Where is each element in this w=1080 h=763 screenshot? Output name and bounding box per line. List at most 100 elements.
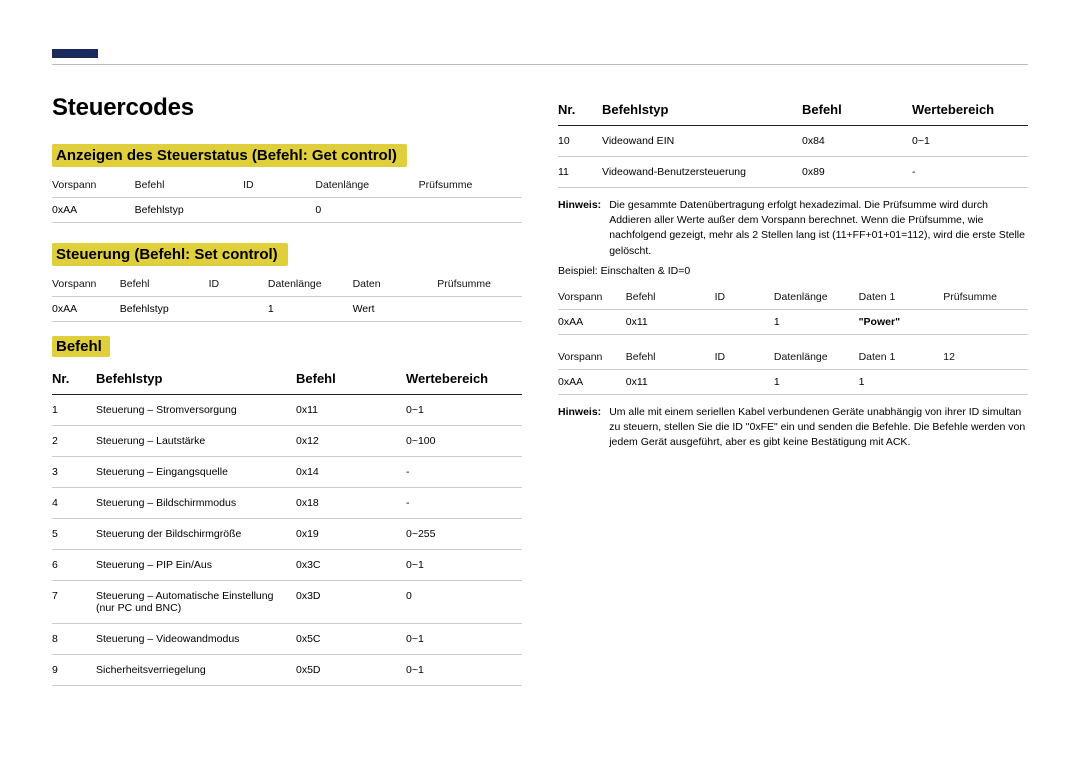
cell <box>943 309 1028 334</box>
th: Daten 1 <box>859 345 944 370</box>
example-table-1: Vorspann Befehl ID Datenlänge Daten 1 Pr… <box>558 285 1028 335</box>
th: Befehl <box>135 173 243 198</box>
cell: 0x89 <box>802 157 912 188</box>
th: Wertebereich <box>912 94 1028 126</box>
th: Datenlänge <box>774 285 859 310</box>
cell: 0~1 <box>406 624 522 655</box>
th: Befehl <box>626 345 715 370</box>
cell: 1 <box>268 297 353 322</box>
befehl-table-left: Nr. Befehlstyp Befehl Wertebereich 1Steu… <box>52 363 522 686</box>
cell <box>209 297 268 322</box>
cell: 10 <box>558 126 602 157</box>
cell: Steuerung – Stromversorgung <box>96 395 296 426</box>
cell: "Power" <box>859 309 944 334</box>
cell: Steuerung – PIP Ein/Aus <box>96 550 296 581</box>
cell <box>715 369 774 394</box>
th: Datenlänge <box>774 345 859 370</box>
table-row: 2Steuerung – Lautstärke0x120~100 <box>52 426 522 457</box>
table-row: 0xAA 0x11 1 1 <box>558 369 1028 394</box>
th: Wertebereich <box>406 363 522 395</box>
table-row: 4Steuerung – Bildschirmmodus0x18- <box>52 488 522 519</box>
th: Prüfsumme <box>419 173 522 198</box>
th: Prüfsumme <box>943 285 1028 310</box>
cell <box>715 309 774 334</box>
befehl-table-right: Nr. Befehlstyp Befehl Wertebereich 10Vid… <box>558 94 1028 188</box>
get-control-table: Vorspann Befehl ID Datenlänge Prüfsumme … <box>52 173 522 223</box>
th: Vorspann <box>558 285 626 310</box>
th: ID <box>715 345 774 370</box>
cell: 0 <box>406 581 522 624</box>
th: Vorspann <box>52 173 135 198</box>
table-row: 0xAA 0x11 1 "Power" <box>558 309 1028 334</box>
befehl-subheading: Befehl <box>52 336 110 357</box>
cell: 11 <box>558 157 602 188</box>
note-text: Um alle mit einem seriellen Kabel verbun… <box>609 405 1028 451</box>
cell <box>437 297 522 322</box>
cell: 8 <box>52 624 96 655</box>
table-row: 10Videowand EIN0x840~1 <box>558 126 1028 157</box>
cell: 9 <box>52 655 96 686</box>
cell: 0x19 <box>296 519 406 550</box>
cell: 6 <box>52 550 96 581</box>
cell: 0xAA <box>558 309 626 334</box>
table-row: 0xAA Befehlstyp 0 <box>52 198 522 223</box>
page: Steuercodes Anzeigen des Steuerstatus (B… <box>0 0 1080 763</box>
table-row: 0xAA Befehlstyp 1 Wert <box>52 297 522 322</box>
cell: - <box>912 157 1028 188</box>
cell: 1 <box>859 369 944 394</box>
table-row: 9Sicherheitsverriegelung0x5D0~1 <box>52 655 522 686</box>
table-row: 7Steuerung – Automatische Einstellung (n… <box>52 581 522 624</box>
cell: Steuerung – Eingangsquelle <box>96 457 296 488</box>
content-columns: Steuercodes Anzeigen des Steuerstatus (B… <box>52 94 1028 686</box>
cell: 4 <box>52 488 96 519</box>
cell: 5 <box>52 519 96 550</box>
table-row: 11Videowand-Benutzersteuerung0x89- <box>558 157 1028 188</box>
left-column: Steuercodes Anzeigen des Steuerstatus (B… <box>52 94 522 686</box>
cell: 0~1 <box>406 550 522 581</box>
th: Daten <box>353 272 438 297</box>
note-text: Die gesammte Datenübertragung erfolgt he… <box>609 198 1028 259</box>
cell: Steuerung – Automatische Einstellung (nu… <box>96 581 296 624</box>
cell: 0x18 <box>296 488 406 519</box>
note-label: Hinweis: <box>558 198 601 259</box>
th: Prüfsumme <box>437 272 522 297</box>
section-get-control-heading: Anzeigen des Steuerstatus (Befehl: Get c… <box>52 144 407 167</box>
th: Befehl <box>802 94 912 126</box>
cell: 1 <box>774 309 859 334</box>
th: Befehlstyp <box>96 363 296 395</box>
cell: 0xAA <box>558 369 626 394</box>
cell: Steuerung der Bildschirmgröße <box>96 519 296 550</box>
cell: Befehlstyp <box>135 198 243 223</box>
cell: Videowand-Benutzersteuerung <box>602 157 802 188</box>
cell: - <box>406 488 522 519</box>
cell: 0x12 <box>296 426 406 457</box>
th: Datenlänge <box>315 173 418 198</box>
cell: 1 <box>774 369 859 394</box>
accent-bar <box>52 49 98 58</box>
cell <box>419 198 522 223</box>
th: Vorspann <box>558 345 626 370</box>
page-title: Steuercodes <box>52 94 522 122</box>
cell: 0x11 <box>626 309 715 334</box>
table-row: 5Steuerung der Bildschirmgröße0x190~255 <box>52 519 522 550</box>
table-row: 6Steuerung – PIP Ein/Aus0x3C0~1 <box>52 550 522 581</box>
cell: Steuerung – Lautstärke <box>96 426 296 457</box>
cell: Steuerung – Bildschirmmodus <box>96 488 296 519</box>
cell: Befehlstyp <box>120 297 209 322</box>
th: Vorspann <box>52 272 120 297</box>
table-row: 1Steuerung – Stromversorgung0x110~1 <box>52 395 522 426</box>
top-rule <box>52 64 1028 65</box>
cell <box>943 369 1028 394</box>
th: ID <box>715 285 774 310</box>
example-label: Beispiel: Einschalten & ID=0 <box>558 265 1028 277</box>
th: ID <box>209 272 268 297</box>
cell: 0~1 <box>912 126 1028 157</box>
cell: 0xAA <box>52 297 120 322</box>
cell: 0~100 <box>406 426 522 457</box>
th: Datenlänge <box>268 272 353 297</box>
cell: 3 <box>52 457 96 488</box>
note-2: Hinweis: Um alle mit einem seriellen Kab… <box>558 405 1028 451</box>
th: Nr. <box>52 363 96 395</box>
cell: Steuerung – Videowandmodus <box>96 624 296 655</box>
cell: Videowand EIN <box>602 126 802 157</box>
